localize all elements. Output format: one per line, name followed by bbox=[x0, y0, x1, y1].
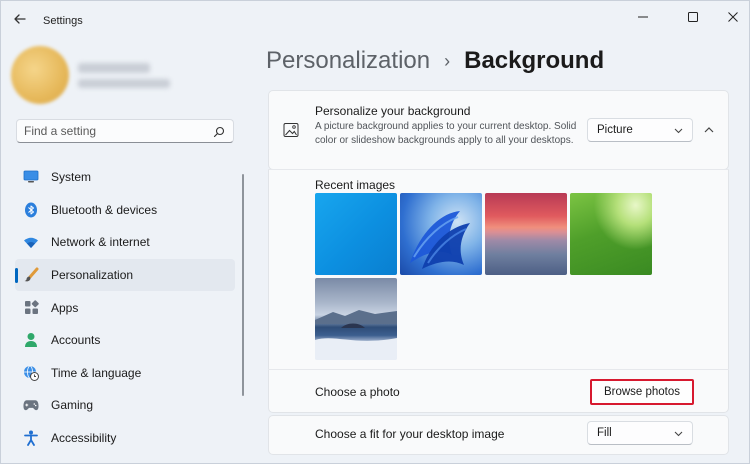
apps-icon bbox=[23, 300, 39, 316]
sidebar-item-label: System bbox=[51, 170, 92, 185]
settings-window: Settings System Bluet bbox=[0, 0, 750, 464]
background-description: A picture background applies to your cur… bbox=[315, 121, 577, 146]
minimize-button[interactable] bbox=[629, 7, 657, 27]
monitor-icon bbox=[23, 169, 39, 185]
title-bar: Settings bbox=[1, 1, 750, 35]
sidebar-item-label: Network & internet bbox=[51, 235, 150, 250]
profile-email-blurred bbox=[78, 79, 170, 88]
background-title: Personalize your background bbox=[315, 104, 471, 118]
window-title: Settings bbox=[43, 15, 83, 27]
gamepad-icon bbox=[23, 397, 39, 413]
breadcrumb-parent[interactable]: Personalization bbox=[266, 47, 430, 75]
dropdown-value: Picture bbox=[597, 124, 633, 136]
sidebar-item-label: Bluetooth & devices bbox=[51, 202, 158, 217]
choose-photo-label: Choose a photo bbox=[315, 385, 400, 399]
bluetooth-icon bbox=[23, 202, 39, 218]
recent-image-sunset[interactable] bbox=[485, 193, 567, 275]
sidebar-item-accessibility[interactable]: Accessibility bbox=[15, 422, 235, 455]
wifi-icon bbox=[23, 234, 39, 250]
recent-image-windows-bloom[interactable] bbox=[400, 193, 482, 275]
sidebar-item-gaming[interactable]: Gaming bbox=[15, 389, 235, 422]
page-title: Background bbox=[464, 47, 605, 74]
close-button[interactable] bbox=[719, 7, 747, 27]
maximize-button[interactable] bbox=[679, 7, 707, 27]
sidebar-scrollbar[interactable] bbox=[242, 174, 244, 396]
sidebar-item-time-language[interactable]: Time & language bbox=[15, 357, 235, 390]
accessibility-icon bbox=[23, 430, 39, 446]
fit-dropdown[interactable]: Fill bbox=[587, 421, 693, 445]
sidebar-item-system[interactable]: System bbox=[15, 161, 235, 194]
sidebar-item-label: Apps bbox=[51, 300, 79, 315]
sidebar-item-label: Accounts bbox=[51, 333, 101, 348]
dropdown-value: Fill bbox=[597, 427, 612, 439]
sidebar-item-personalization[interactable]: Personalization bbox=[15, 258, 235, 292]
sidebar-item-label: Accessibility bbox=[51, 431, 117, 446]
breadcrumb: Personalization › Background bbox=[266, 47, 604, 75]
sidebar-item-accounts[interactable]: Accounts bbox=[15, 324, 235, 357]
sidebar-nav: System Bluetooth & devices Network & int… bbox=[15, 161, 235, 454]
profile-name-blurred bbox=[78, 63, 150, 73]
active-indicator bbox=[15, 267, 18, 283]
background-type-dropdown[interactable]: Picture bbox=[587, 118, 693, 142]
sidebar-item-label: Personalization bbox=[51, 268, 134, 283]
image-icon bbox=[283, 122, 299, 138]
recent-image-blue[interactable] bbox=[315, 193, 397, 275]
sidebar-item-network[interactable]: Network & internet bbox=[15, 226, 235, 259]
avatar[interactable] bbox=[11, 46, 69, 104]
recent-images-label: Recent images bbox=[315, 178, 396, 192]
back-arrow-icon[interactable] bbox=[11, 10, 29, 28]
sidebar-item-apps[interactable]: Apps bbox=[15, 291, 235, 324]
browse-photos-button[interactable]: Browse photos bbox=[590, 379, 694, 405]
search-icon[interactable] bbox=[213, 125, 225, 138]
sidebar-item-bluetooth[interactable]: Bluetooth & devices bbox=[15, 194, 235, 227]
chevron-down-icon bbox=[674, 126, 683, 135]
globe-clock-icon bbox=[23, 365, 39, 381]
brush-icon bbox=[23, 267, 39, 283]
recent-image-crater-lake[interactable] bbox=[315, 278, 397, 360]
sidebar-item-label: Gaming bbox=[51, 398, 94, 413]
chevron-up-icon[interactable] bbox=[701, 122, 717, 138]
search-input[interactable] bbox=[24, 123, 204, 139]
fit-label: Choose a fit for your desktop image bbox=[315, 427, 505, 441]
recent-image-green[interactable] bbox=[570, 193, 652, 275]
person-icon bbox=[23, 332, 39, 348]
chevron-down-icon bbox=[674, 429, 683, 438]
breadcrumb-separator: › bbox=[444, 50, 451, 71]
sidebar-item-label: Time & language bbox=[51, 365, 142, 380]
search-box[interactable] bbox=[16, 119, 234, 143]
